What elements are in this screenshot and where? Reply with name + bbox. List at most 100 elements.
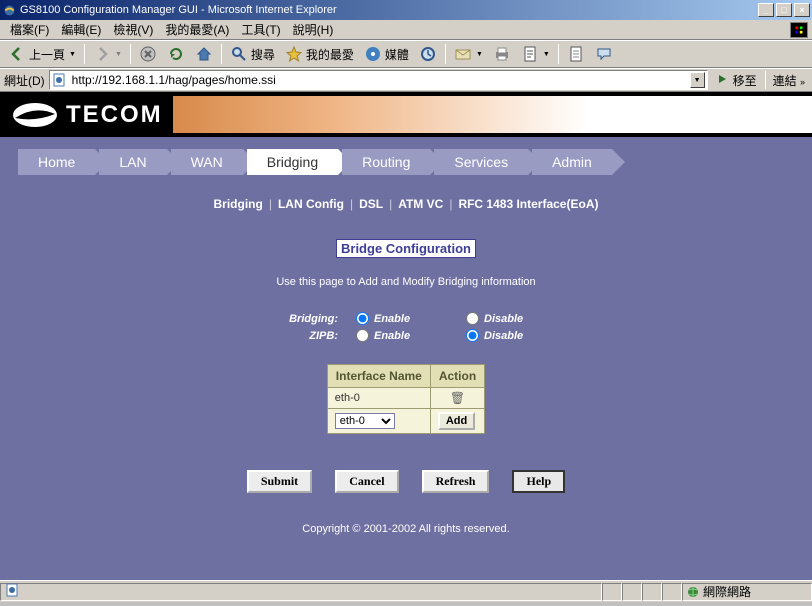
- print-icon: [493, 45, 511, 63]
- main-tabs: HomeLANWANBridgingRoutingServicesAdmin: [0, 149, 812, 175]
- print-button[interactable]: [489, 43, 515, 65]
- tab-lan[interactable]: LAN: [99, 149, 166, 175]
- statusbar: 網際網路: [0, 580, 812, 602]
- window-title: GS8100 Configuration Manager GUI - Micro…: [20, 4, 758, 16]
- column-interface-name: Interface Name: [327, 365, 430, 388]
- related-button[interactable]: [563, 43, 589, 65]
- tab-admin[interactable]: Admin: [532, 149, 612, 175]
- section-description: Use this page to Add and Modify Bridging…: [0, 276, 812, 288]
- zipb-label: ZIPB:: [236, 330, 356, 342]
- section-title: Bridge Configuration: [336, 239, 476, 258]
- menu-edit[interactable]: 編輯(E): [55, 19, 107, 40]
- tab-services[interactable]: Services: [434, 149, 528, 175]
- go-button[interactable]: 移至: [712, 72, 761, 89]
- tab-bridging[interactable]: Bridging: [247, 149, 338, 175]
- status-main: [0, 583, 602, 601]
- back-arrow-icon: [8, 45, 26, 63]
- action-buttons: Submit Cancel Refresh Help: [0, 470, 812, 493]
- add-button[interactable]: Add: [438, 412, 475, 430]
- refresh-button[interactable]: [163, 43, 189, 65]
- minimize-button[interactable]: _: [758, 3, 774, 17]
- tab-wan[interactable]: WAN: [171, 149, 243, 175]
- delete-row-button[interactable]: 🗑: [430, 388, 484, 409]
- cancel-button[interactable]: Cancel: [335, 470, 398, 493]
- address-dropdown-button[interactable]: ▼: [690, 72, 705, 88]
- chevron-down-icon: ▼: [476, 51, 483, 58]
- subnav-link[interactable]: DSL: [359, 197, 383, 211]
- search-icon: [230, 45, 248, 63]
- subnav-link[interactable]: ATM VC: [398, 197, 443, 211]
- copyright: Copyright © 2001-2002 All rights reserve…: [0, 523, 812, 535]
- refresh-icon: [167, 45, 185, 63]
- chevron-down-icon: ▼: [69, 51, 76, 58]
- menu-view[interactable]: 檢視(V): [107, 19, 159, 40]
- address-input-wrap[interactable]: ▼: [49, 70, 708, 90]
- favorites-icon: [285, 45, 303, 63]
- tab-home[interactable]: Home: [18, 149, 95, 175]
- add-row: eth-0 Add: [327, 409, 484, 434]
- interface-table: Interface Name Action eth-0 🗑 eth-0 Add: [327, 364, 485, 434]
- submit-button[interactable]: Submit: [247, 470, 312, 493]
- bridging-enable-radio[interactable]: Enable: [356, 312, 466, 325]
- options-block: Bridging: Enable Disable ZIPB: Enable Di…: [216, 312, 596, 342]
- address-input[interactable]: [69, 72, 690, 88]
- chevron-down-icon: ▼: [115, 51, 122, 58]
- brand-header: TECOM: [0, 92, 812, 137]
- mail-button[interactable]: ▼: [450, 43, 487, 65]
- links-label[interactable]: 連結 »: [770, 72, 808, 89]
- favorites-button[interactable]: 我的最愛: [281, 43, 358, 65]
- page-icon: [567, 45, 585, 63]
- menu-tools[interactable]: 工具(T): [235, 19, 286, 40]
- home-icon: [195, 45, 213, 63]
- media-icon: [364, 45, 382, 63]
- status-cell: [622, 583, 642, 601]
- menu-help[interactable]: 說明(H): [287, 19, 340, 40]
- discuss-button[interactable]: [591, 43, 617, 65]
- media-button[interactable]: 媒體: [360, 43, 413, 65]
- status-cell: [642, 583, 662, 601]
- maximize-button[interactable]: □: [776, 3, 792, 17]
- edit-button[interactable]: ▼: [517, 43, 554, 65]
- subnav: Bridging|LAN Config|DSL|ATM VC|RFC 1483 …: [0, 197, 812, 211]
- subnav-link[interactable]: RFC 1483 Interface(EoA): [458, 197, 598, 211]
- globe-icon: [687, 586, 699, 598]
- ie-throbber-icon: [790, 22, 808, 38]
- status-cell: [662, 583, 682, 601]
- forward-button[interactable]: ▼: [89, 43, 126, 65]
- interface-select[interactable]: eth-0: [335, 413, 395, 429]
- back-button[interactable]: 上一頁 ▼: [4, 43, 80, 65]
- search-button[interactable]: 搜尋: [226, 43, 279, 65]
- toolbar: 上一頁 ▼ ▼ 搜尋 我的最愛 媒體 ▼ ▼: [0, 40, 812, 68]
- window-titlebar: GS8100 Configuration Manager GUI - Micro…: [0, 0, 812, 20]
- subnav-link[interactable]: LAN Config: [278, 197, 344, 211]
- tab-routing[interactable]: Routing: [342, 149, 430, 175]
- help-button[interactable]: Help: [512, 470, 565, 493]
- menu-file[interactable]: 檔案(F): [4, 19, 55, 40]
- home-button[interactable]: [191, 43, 217, 65]
- refresh-button[interactable]: Refresh: [422, 470, 490, 493]
- history-icon: [419, 45, 437, 63]
- tecom-logo-icon: [10, 100, 60, 130]
- bridging-label: Bridging:: [236, 313, 356, 325]
- edit-icon: [521, 45, 539, 63]
- stop-button[interactable]: [135, 43, 161, 65]
- history-button[interactable]: [415, 43, 441, 65]
- zipb-disable-radio[interactable]: Disable: [466, 329, 576, 342]
- address-label: 網址(D): [4, 72, 45, 89]
- address-bar: 網址(D) ▼ 移至 連結 »: [0, 68, 812, 92]
- page-icon: [5, 583, 19, 600]
- bridging-disable-radio[interactable]: Disable: [466, 312, 576, 325]
- subnav-link[interactable]: Bridging: [214, 197, 263, 211]
- status-cell: [602, 583, 622, 601]
- ie-icon: [2, 3, 16, 17]
- column-action: Action: [430, 365, 484, 388]
- brand-gradient: [173, 96, 812, 133]
- interface-cell: eth-0: [327, 388, 430, 409]
- brand-name: TECOM: [66, 101, 163, 129]
- menubar: 檔案(F) 編輯(E) 檢視(V) 我的最愛(A) 工具(T) 說明(H): [0, 20, 812, 40]
- stop-icon: [139, 45, 157, 63]
- close-button[interactable]: ×: [794, 3, 810, 17]
- trash-icon: 🗑: [450, 391, 465, 405]
- menu-favorites[interactable]: 我的最愛(A): [159, 19, 235, 40]
- zipb-enable-radio[interactable]: Enable: [356, 329, 466, 342]
